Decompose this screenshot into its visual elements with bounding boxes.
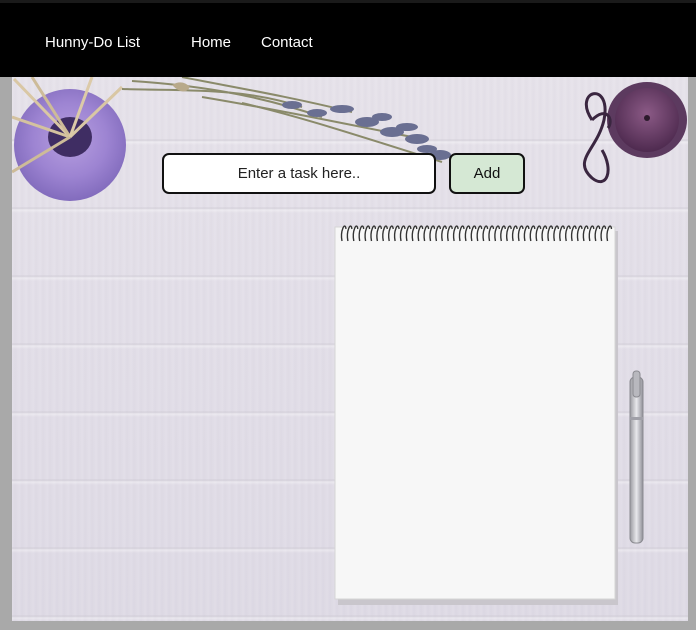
nav-link-home[interactable]: Home	[191, 34, 231, 52]
add-button[interactable]: Add	[449, 153, 525, 194]
purple-candle-icon	[552, 80, 688, 190]
task-input[interactable]	[162, 153, 436, 194]
desk-background: Add	[12, 77, 688, 621]
nav-link-contact[interactable]: Contact	[261, 34, 313, 52]
silver-pen-icon	[624, 369, 650, 549]
brand-link[interactable]: Hunny-Do List	[45, 34, 140, 52]
spiral-notepad-icon	[332, 217, 622, 607]
navbar: Hunny-Do List Home Contact	[0, 0, 696, 77]
bottom-frame	[0, 621, 696, 630]
